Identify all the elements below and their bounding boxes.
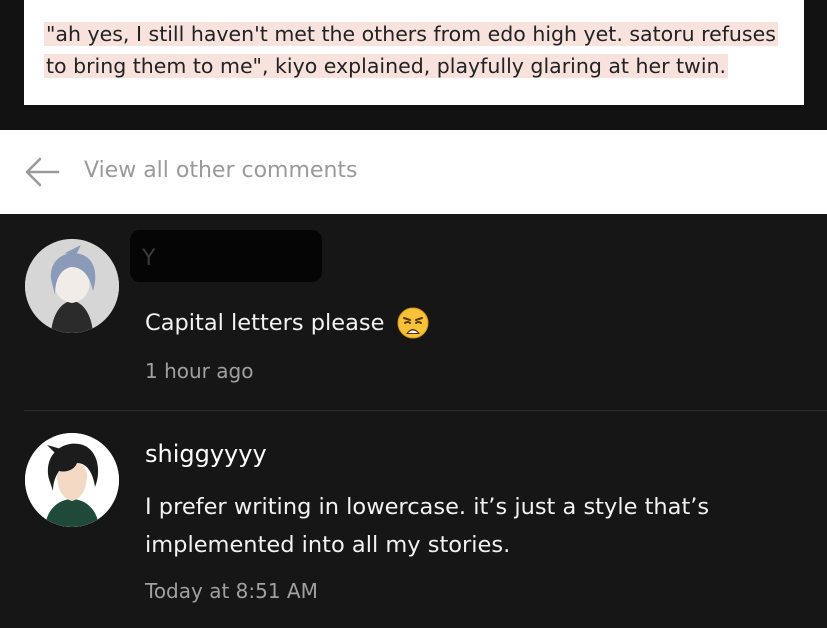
- comment-text: Capital letters please: [145, 310, 385, 336]
- avatar-illustration: [25, 239, 119, 333]
- avatar-illustration: [25, 433, 119, 527]
- comment-timestamp: 1 hour ago: [145, 359, 254, 383]
- story-excerpt-text: "ah yes, I still haven't met the others …: [44, 18, 784, 82]
- comment-author[interactable]: shiggyyyy: [145, 440, 267, 468]
- back-arrow-icon[interactable]: [24, 156, 60, 188]
- story-excerpt-card[interactable]: "ah yes, I still haven't met the others …: [24, 0, 804, 105]
- view-all-comments-link[interactable]: View all other comments: [84, 158, 358, 183]
- redacted-username: [130, 230, 322, 282]
- avatar[interactable]: [25, 433, 119, 527]
- author-name-hint: Y: [142, 246, 157, 271]
- comment-divider: [24, 410, 827, 411]
- comment-text-line-2: implemented into all my stories.: [145, 532, 511, 558]
- highlighted-text: "ah yes, I still haven't met the others …: [44, 22, 778, 78]
- comment-timestamp: Today at 8:51 AM: [145, 579, 318, 603]
- comment-text-line-1: I prefer writing in lowercase. it’s just…: [145, 494, 710, 520]
- weary-face-emoji-icon: [397, 307, 429, 339]
- avatar[interactable]: [25, 239, 119, 333]
